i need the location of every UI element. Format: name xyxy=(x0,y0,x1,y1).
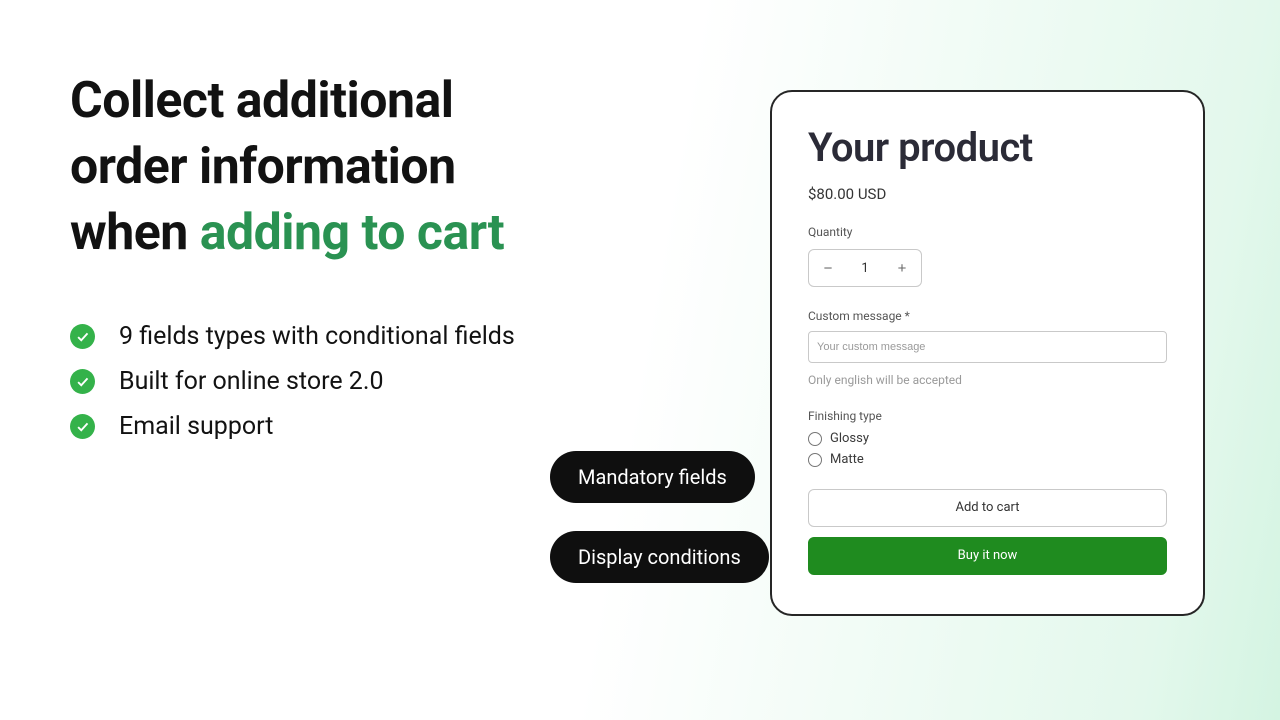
buy-it-now-button[interactable]: Buy it now xyxy=(808,537,1167,575)
mandatory-fields-pill: Mandatory fields xyxy=(550,451,755,503)
check-icon xyxy=(70,324,95,349)
product-price: $80.00 USD xyxy=(808,185,1167,203)
radio-label: Matte xyxy=(830,452,864,467)
feature-text: Email support xyxy=(119,412,273,441)
hero-heading: Collect additional order information whe… xyxy=(70,68,630,266)
feature-item: Built for online store 2.0 xyxy=(70,367,630,396)
custom-message-label: Custom message * xyxy=(808,309,1167,323)
feature-item: 9 fields types with conditional fields xyxy=(70,322,630,351)
display-conditions-pill: Display conditions xyxy=(550,531,769,583)
radio-label: Glossy xyxy=(830,431,869,446)
quantity-increase-button[interactable]: + xyxy=(883,249,921,287)
quantity-value: 1 xyxy=(847,261,883,276)
quantity-decrease-button[interactable]: − xyxy=(809,249,847,287)
feature-text: Built for online store 2.0 xyxy=(119,367,384,396)
finishing-type-group: Glossy Matte xyxy=(808,431,1167,467)
radio-input[interactable] xyxy=(808,453,822,467)
product-title: Your product xyxy=(808,124,1167,171)
feature-text: 9 fields types with conditional fields xyxy=(119,322,515,351)
custom-message-input[interactable] xyxy=(808,331,1167,363)
finishing-type-label: Finishing type xyxy=(808,409,1167,423)
check-icon xyxy=(70,414,95,439)
feature-list: 9 fields types with conditional fields B… xyxy=(70,322,630,441)
heading-accent: adding to cart xyxy=(200,204,504,262)
add-to-cart-button[interactable]: Add to cart xyxy=(808,489,1167,527)
finishing-option-glossy[interactable]: Glossy xyxy=(808,431,1167,446)
quantity-label: Quantity xyxy=(808,225,1167,239)
heading-line3-pre: when xyxy=(70,204,200,262)
heading-line2: order information xyxy=(70,138,456,196)
radio-input[interactable] xyxy=(808,432,822,446)
finishing-option-matte[interactable]: Matte xyxy=(808,452,1167,467)
feature-item: Email support xyxy=(70,412,630,441)
check-icon xyxy=(70,369,95,394)
quantity-stepper: − 1 + xyxy=(808,249,922,287)
heading-line1: Collect additional xyxy=(70,72,453,130)
custom-message-hint: Only english will be accepted xyxy=(808,373,1167,387)
product-card: Your product $80.00 USD Quantity − 1 + C… xyxy=(770,90,1205,616)
